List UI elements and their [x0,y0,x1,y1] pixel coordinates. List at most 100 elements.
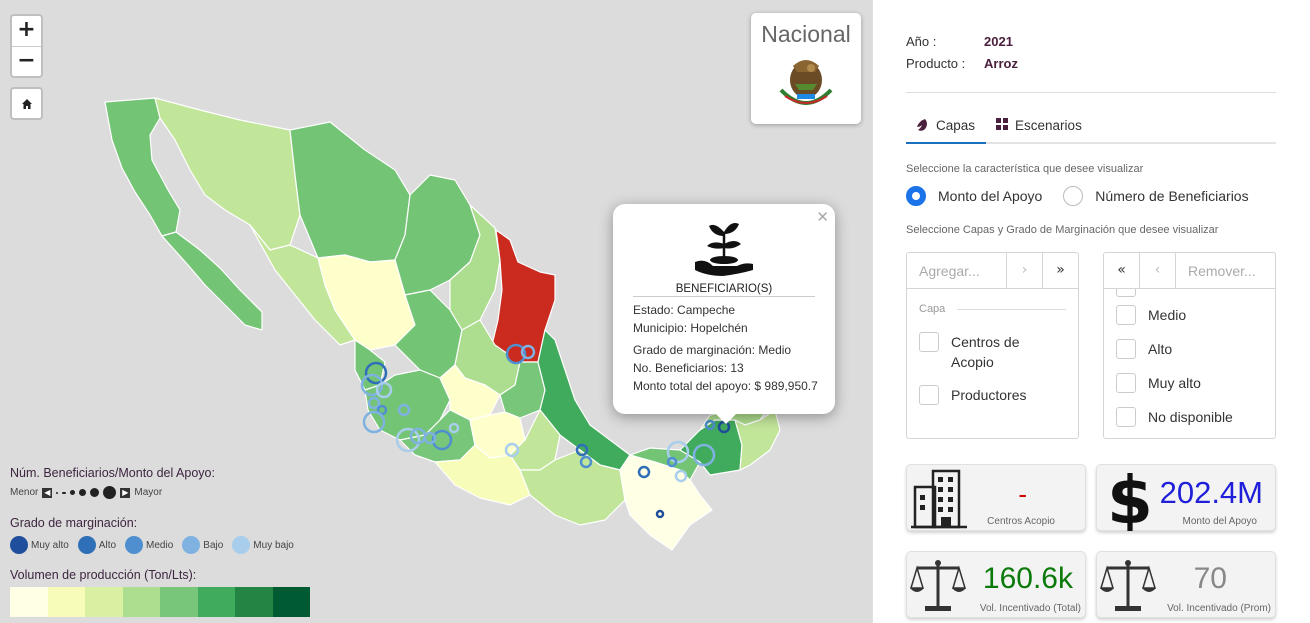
kpi-centros-value: - [1018,479,1027,509]
ramp-swatch [10,587,48,617]
kpi-vol-total: 160.6k Vol. Incentivado (Total) [906,551,1086,618]
grade-label: Muy alto [31,539,69,551]
radio-beneficiarios-label[interactable]: Número de Beneficiarios [1095,188,1248,204]
size-right-arrow-icon: ▶ [120,487,131,498]
popup-beneficiarios: No. Beneficiarios: 13 [633,361,744,375]
move-all-right-icon[interactable]: » [1042,253,1078,288]
volume-color-ramp [10,587,310,617]
filter-summary: Año : 2021 Producto : Arroz [906,31,1276,75]
move-left-icon[interactable]: ‹ [1140,253,1176,288]
nacional-label: Nacional [761,21,851,47]
selected-list-scroll[interactable]: Medio Alto Muy alto No disponible [1104,289,1275,438]
list-item-label: Muy alto [1148,375,1201,391]
kpi-centros-acopio: - Centros Acopio [906,464,1086,531]
list-item-label: Centros de Acopio [951,334,1020,370]
list-item-label: Productores [951,387,1027,403]
year-value: 2021 [984,34,1013,49]
ramp-swatch [272,587,310,617]
checkbox[interactable] [1116,373,1136,393]
list-item-productores[interactable]: Productores [919,385,1078,405]
ramp-swatch [122,587,160,617]
grade-swatch [125,536,144,554]
kpi-centros-caption: Centros Acopio [987,516,1055,527]
list-item-label: Medio [1148,307,1187,323]
building-icon [911,469,967,529]
layer-group-label: Capa [919,303,1066,315]
kpi-vol-prom-value: 70 [1193,562,1227,595]
state-baja-california-sur [161,231,263,331]
product-label: Producto : [906,56,966,71]
size-left-arrow-icon: ◀ [42,487,53,498]
app-root: + − Nacional ✕ BENEFICIARIO(S) Estado: C… [0,0,1310,623]
popup-municipio: Municipio: Hopelchén [633,321,748,335]
divider [906,92,1276,93]
move-all-left-icon[interactable]: « [1104,253,1140,288]
size-legend-menor: Menor [10,487,39,498]
size-legend-scale: Menor ◀ ▶ Mayor [10,486,215,499]
list-item-centros[interactable]: Centros de Acopio [919,332,1078,372]
popup-monto: Monto total del apoyo: $ 989,950.7 [633,379,818,393]
available-list: Agregar... › » Capa Centros de Acopio Pr… [906,252,1079,439]
selected-list-toolbar: « ‹ Remover... [1104,253,1275,289]
available-search-input[interactable]: Agregar... [907,253,1006,288]
list-item-no-disponible[interactable]: No disponible [1116,407,1233,427]
checkbox[interactable] [1116,339,1136,359]
checkbox[interactable] [1116,305,1136,325]
zoom-out-button[interactable]: − [12,46,41,76]
tab-escenarios-label: Escenarios [1015,118,1082,133]
tab-capas[interactable]: Capas [906,110,987,144]
kpi-monto-apoyo: $ 202.4M Monto del Apoyo [1096,464,1276,531]
popup-header: BENEFICIARIO(S) [633,218,815,297]
ramp-swatch [235,587,273,617]
state-chiapas [619,454,713,551]
popup-close-button[interactable]: ✕ [816,208,829,226]
list-item-medio[interactable]: Medio [1116,305,1186,325]
size-dot [103,486,117,499]
list-item-muy-alto[interactable]: Muy alto [1116,373,1201,393]
product-value: Arroz [984,56,1018,71]
grade-swatch [232,536,251,554]
grade-legend: Grado de marginación: Muy alto Alto Medio B… [10,516,300,554]
popup-grado: Grado de marginación: Medio [633,343,792,357]
size-legend: Núm. Beneficiarios/Monto del Apoyo: Meno… [10,466,215,499]
map-view[interactable]: + − Nacional ✕ BENEFICIARIO(S) Estado: C… [0,0,872,623]
popup-estado: Estado: Campeche [633,303,736,317]
grade-legend-items: Muy alto Alto Medio Bajo Muy bajo [10,536,300,554]
checkbox[interactable] [919,332,939,352]
grade-legend-title: Grado de marginación: [10,516,138,530]
kpi-monto-value: 202.4M [1159,475,1263,510]
grade-label: Muy bajo [253,539,294,551]
state-chihuahua [289,121,411,263]
radio-beneficiarios[interactable] [1063,186,1084,206]
nacional-button[interactable]: Nacional [751,13,861,124]
ramp-swatch [47,587,85,617]
checkbox[interactable] [919,385,939,405]
size-legend-mayor: Mayor [134,487,163,498]
grade-swatch [10,536,28,554]
move-right-icon[interactable]: › [1006,253,1042,288]
size-dot [56,491,59,494]
volume-legend-title: Volumen de producción (Ton/Lts): [10,568,197,582]
radio-monto-label[interactable]: Monto del Apoyo [938,188,1042,204]
home-button[interactable] [10,87,43,120]
grade-label: Alto [98,539,117,551]
radio-monto[interactable] [906,186,926,206]
checkbox[interactable] [1116,407,1136,427]
year-label: Año : [906,34,937,49]
scale-icon [1099,560,1157,611]
list-item-partial[interactable] [1116,289,1148,297]
zoom-control: + − [10,14,43,78]
layers-hint: Seleccione Capas y Grado de Marginación … [906,224,1219,236]
volume-legend: Volumen de producción (Ton/Lts): [10,568,310,617]
ramp-swatch [85,587,123,617]
selected-search-input[interactable]: Remover... [1176,253,1275,288]
kpi-vol-prom: 70 Vol. Incentivado (Prom) [1096,551,1276,618]
checkbox[interactable] [1116,289,1136,297]
kpi-row-2: 160.6k Vol. Incentivado (Total) 70 Vol. … [906,551,1276,618]
ramp-swatch [197,587,235,617]
list-item-alto[interactable]: Alto [1116,339,1172,359]
home-icon [21,98,32,109]
zoom-in-button[interactable]: + [12,16,41,46]
tab-escenarios[interactable]: Escenarios [986,110,1093,142]
size-dot [62,491,67,494]
